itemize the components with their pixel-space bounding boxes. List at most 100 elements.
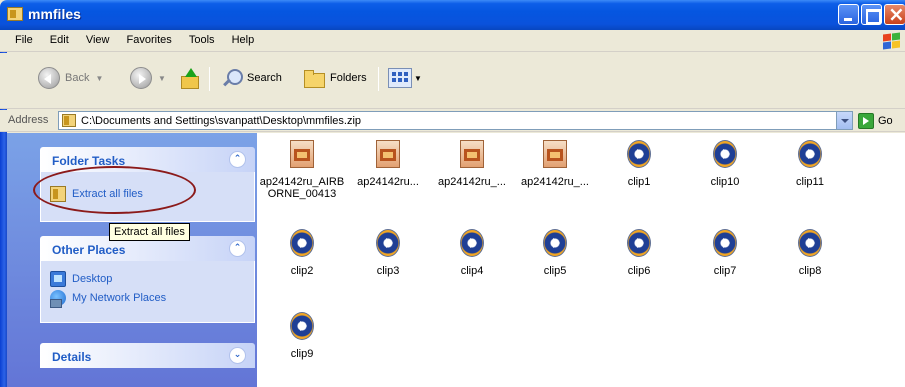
views-icon bbox=[388, 68, 412, 88]
chevron-down-icon: ▼ bbox=[95, 73, 104, 83]
file-name: clip5 bbox=[543, 265, 567, 277]
file-name: ap24142ru_... bbox=[521, 176, 589, 188]
file-item[interactable]: ap24142ru_... bbox=[429, 140, 515, 190]
media-file-icon bbox=[290, 229, 314, 257]
desktop-label: Desktop bbox=[72, 273, 113, 285]
file-name: ap24142ru_AIRBORNE_00413 bbox=[259, 176, 345, 200]
media-file-icon bbox=[627, 140, 651, 168]
zip-file-icon bbox=[290, 140, 314, 168]
other-places-title: Other Places bbox=[52, 243, 126, 257]
zip-file-icon bbox=[376, 140, 400, 168]
back-button[interactable]: Back ▼ bbox=[38, 65, 103, 91]
collapse-chevron-icon[interactable]: ⌃ bbox=[229, 151, 246, 168]
file-name: clip6 bbox=[627, 265, 651, 277]
forward-arrow-icon bbox=[130, 67, 152, 89]
other-places-body: Desktop My Network Places bbox=[40, 261, 255, 323]
file-item[interactable]: clip8 bbox=[767, 229, 853, 279]
folders-label: Folders bbox=[330, 72, 367, 84]
menu-help[interactable]: Help bbox=[225, 30, 262, 46]
address-input[interactable]: C:\Documents and Settings\svanpatt\Deskt… bbox=[58, 111, 853, 130]
address-label: Address bbox=[8, 114, 49, 126]
file-item[interactable]: clip6 bbox=[596, 229, 682, 279]
media-file-icon bbox=[713, 229, 737, 257]
file-item[interactable]: clip7 bbox=[682, 229, 768, 279]
file-name: clip3 bbox=[376, 265, 400, 277]
media-file-icon bbox=[376, 229, 400, 257]
file-name: clip8 bbox=[798, 265, 822, 277]
views-button[interactable]: ▼ bbox=[388, 65, 422, 91]
back-label: Back bbox=[65, 72, 90, 84]
zip-file-icon bbox=[460, 140, 484, 168]
details-title: Details bbox=[52, 350, 92, 364]
menu-bar: File Edit View Favorites Tools Help bbox=[0, 30, 905, 52]
file-name: ap24142ru_... bbox=[438, 176, 506, 188]
folders-button[interactable]: Folders bbox=[302, 65, 367, 91]
address-value: C:\Documents and Settings\svanpatt\Deskt… bbox=[81, 115, 362, 127]
media-file-icon bbox=[713, 140, 737, 168]
file-list-view[interactable]: ap24142ru_AIRBORNE_00413 ap24142ru... ap… bbox=[257, 133, 905, 387]
toolbar-separator bbox=[378, 67, 379, 91]
file-item[interactable]: clip2 bbox=[259, 229, 345, 279]
zip-folder-icon bbox=[7, 7, 23, 21]
my-network-places-link[interactable]: My Network Places bbox=[50, 290, 167, 308]
file-item[interactable]: clip3 bbox=[345, 229, 431, 279]
menu-tools[interactable]: Tools bbox=[182, 30, 222, 46]
file-item[interactable]: clip9 bbox=[259, 312, 345, 362]
file-item[interactable]: ap24142ru... bbox=[345, 140, 431, 190]
menu-view[interactable]: View bbox=[79, 30, 117, 46]
file-item[interactable]: clip11 bbox=[767, 140, 853, 190]
address-bar: Address C:\Documents and Settings\svanpa… bbox=[0, 110, 905, 132]
go-button[interactable]: Go bbox=[858, 112, 893, 130]
collapse-chevron-icon[interactable]: ⌃ bbox=[229, 240, 246, 257]
chevron-down-icon: ▼ bbox=[414, 73, 422, 83]
search-button[interactable]: Search bbox=[221, 65, 282, 91]
extract-tooltip: Extract all files bbox=[109, 223, 190, 241]
file-name: clip1 bbox=[627, 176, 651, 188]
up-folder-button[interactable] bbox=[179, 65, 201, 91]
menu-edit[interactable]: Edit bbox=[43, 30, 76, 46]
file-name: clip4 bbox=[460, 265, 484, 277]
desktop-link[interactable]: Desktop bbox=[50, 271, 112, 287]
media-file-icon bbox=[460, 229, 484, 257]
desktop-icon bbox=[50, 271, 66, 287]
my-network-places-label: My Network Places bbox=[72, 292, 167, 304]
folders-icon bbox=[302, 67, 326, 89]
explorer-window: mmfiles File Edit View Favorites Tools H… bbox=[0, 0, 905, 387]
file-item[interactable]: clip4 bbox=[429, 229, 515, 279]
media-file-icon bbox=[543, 229, 567, 257]
menu-favorites[interactable]: Favorites bbox=[120, 30, 179, 46]
maximize-button[interactable] bbox=[861, 4, 882, 25]
media-file-icon bbox=[627, 229, 651, 257]
search-label: Search bbox=[247, 72, 282, 84]
file-name: clip9 bbox=[290, 348, 314, 360]
file-item[interactable]: clip10 bbox=[682, 140, 768, 190]
expand-chevron-icon[interactable]: ⌄ bbox=[229, 347, 246, 364]
forward-button[interactable]: ▼ bbox=[130, 65, 166, 91]
window-title: mmfiles bbox=[28, 6, 81, 22]
media-file-icon bbox=[290, 312, 314, 340]
file-item[interactable]: clip1 bbox=[596, 140, 682, 190]
file-item[interactable]: clip5 bbox=[512, 229, 598, 279]
search-icon bbox=[221, 67, 243, 89]
go-arrow-icon bbox=[858, 113, 874, 129]
file-name: clip2 bbox=[290, 265, 314, 277]
up-folder-icon bbox=[179, 67, 201, 89]
file-item[interactable]: ap24142ru_... bbox=[512, 140, 598, 190]
menu-file[interactable]: File bbox=[8, 30, 40, 46]
network-places-icon bbox=[50, 290, 66, 308]
windows-logo-icon bbox=[881, 32, 901, 50]
file-name: clip10 bbox=[710, 176, 740, 188]
go-label: Go bbox=[878, 115, 893, 127]
address-dropdown-button[interactable] bbox=[836, 112, 852, 129]
file-name: clip7 bbox=[713, 265, 737, 277]
close-button[interactable] bbox=[884, 2, 905, 26]
zip-file-icon bbox=[543, 140, 567, 168]
media-file-icon bbox=[798, 140, 822, 168]
back-arrow-icon bbox=[38, 67, 60, 89]
file-item[interactable]: ap24142ru_AIRBORNE_00413 bbox=[259, 140, 345, 216]
title-bar[interactable]: mmfiles bbox=[0, 0, 905, 30]
minimize-button[interactable] bbox=[838, 4, 859, 25]
media-file-icon bbox=[798, 229, 822, 257]
chevron-down-icon: ▼ bbox=[158, 73, 166, 83]
details-header[interactable]: Details ⌄ bbox=[40, 343, 255, 368]
